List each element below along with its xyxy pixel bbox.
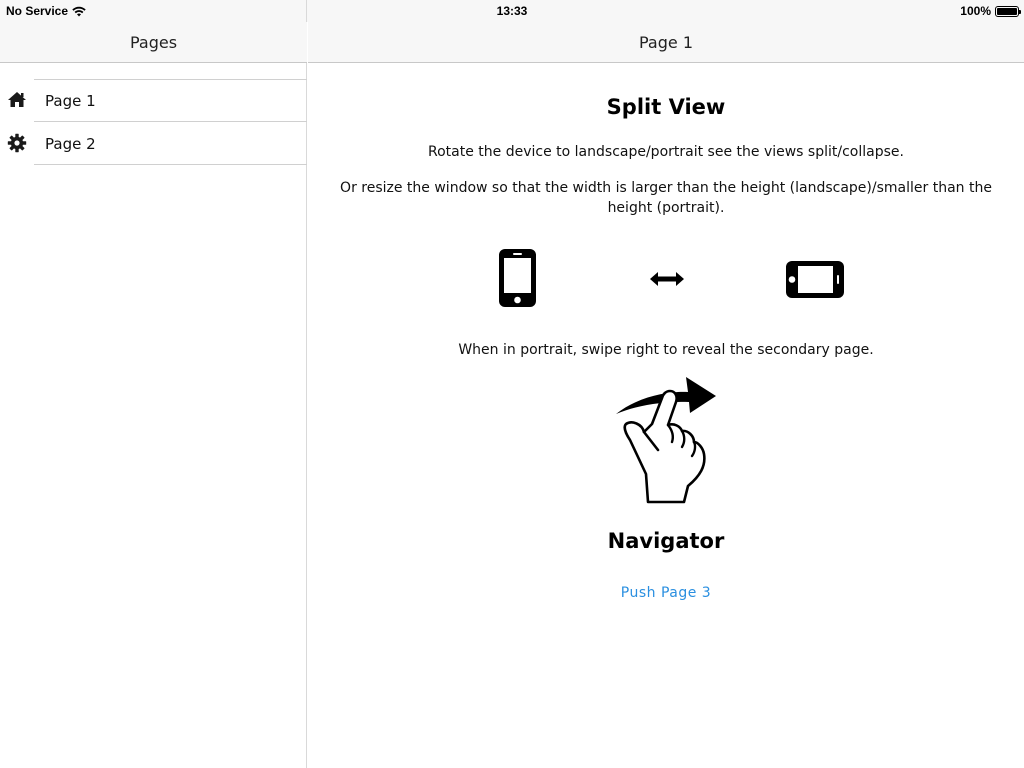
split-view-heading: Split View: [606, 95, 726, 119]
sidebar-nav-bar: Pages: [0, 22, 307, 63]
gear-icon: [7, 133, 27, 153]
orientation-icons: [308, 249, 1024, 309]
sidebar-item-page-2[interactable]: Page 2: [0, 122, 307, 165]
resize-instructions: Or resize the window so that the width i…: [340, 180, 992, 216]
home-icon: [8, 92, 26, 107]
sidebar-item-page-1[interactable]: Page 1: [0, 79, 307, 122]
swipe-instructions: When in portrait, swipe right to reveal …: [458, 342, 874, 358]
page-title: Page 1: [639, 33, 693, 52]
push-page-3-link[interactable]: Push Page 3: [308, 585, 1024, 601]
navigator-heading: Navigator: [607, 529, 725, 553]
sidebar-list: Page 1 Page 2: [0, 79, 307, 165]
sidebar-item-label: Page 1: [45, 92, 96, 110]
phone-portrait-icon: [499, 249, 536, 307]
double-arrow-icon: [650, 272, 684, 286]
main-nav-bar: Page 1: [308, 22, 1024, 63]
sidebar-item-label: Page 2: [45, 135, 96, 153]
main-panel: Page 1 Split View Rotate the device to l…: [308, 0, 1024, 768]
rotate-instructions: Rotate the device to landscape/portrait …: [428, 144, 904, 160]
sidebar-title: Pages: [129, 33, 178, 52]
phone-landscape-icon: [786, 261, 844, 298]
sidebar: Pages Page 1 Page 2: [0, 0, 307, 768]
swipe-gesture-icon: [616, 377, 716, 504]
